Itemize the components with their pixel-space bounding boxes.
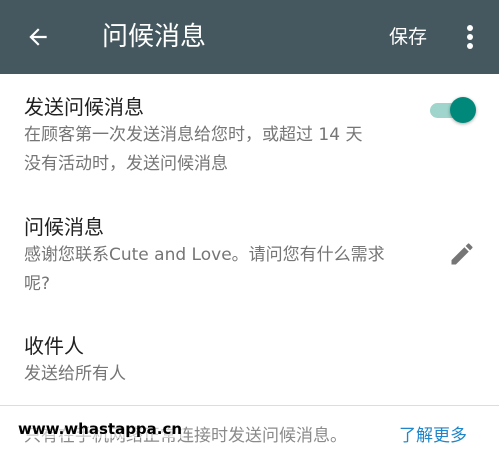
recipients-title: 收件人 bbox=[24, 334, 84, 358]
greeting-message-text-line1: 感谢您联系Cute and Love。请问您有什么需求 bbox=[24, 245, 385, 265]
save-button[interactable]: 保存 bbox=[389, 22, 427, 52]
pencil-icon bbox=[451, 243, 473, 265]
arrow-left-icon bbox=[29, 28, 47, 46]
back-button[interactable] bbox=[18, 17, 58, 57]
page-title: 问候消息 bbox=[102, 22, 207, 52]
recipients-setting[interactable]: 收件人 发送给所有人 bbox=[0, 320, 499, 400]
edit-greeting-button[interactable] bbox=[448, 240, 476, 268]
more-options-button[interactable] bbox=[458, 20, 482, 54]
send-greeting-setting[interactable]: 发送问候消息 在顾客第一次发送消息给您时，或超过 14 天 没有活动时，发送问候… bbox=[0, 74, 499, 194]
app-bar: 问候消息 保存 bbox=[0, 0, 499, 74]
send-greeting-title: 发送问候消息 bbox=[24, 95, 144, 119]
greeting-message-setting[interactable]: 问候消息 感谢您联系Cute and Love。请问您有什么需求 呢? bbox=[0, 196, 499, 306]
greeting-message-text-line2: 呢? bbox=[24, 274, 51, 294]
toggle-thumb bbox=[450, 97, 476, 123]
watermark: www.whastappa.cn bbox=[16, 420, 185, 438]
recipients-value: 发送给所有人 bbox=[24, 364, 126, 384]
more-vert-icon bbox=[467, 25, 473, 49]
greeting-message-title: 问候消息 bbox=[24, 215, 104, 239]
send-greeting-description-line2: 没有活动时，发送问候消息 bbox=[24, 154, 228, 174]
learn-more-link[interactable]: 了解更多 bbox=[399, 421, 467, 446]
send-greeting-description-line1: 在顾客第一次发送消息给您时，或超过 14 天 bbox=[24, 125, 363, 145]
send-greeting-toggle[interactable] bbox=[430, 97, 476, 123]
divider bbox=[0, 405, 499, 406]
